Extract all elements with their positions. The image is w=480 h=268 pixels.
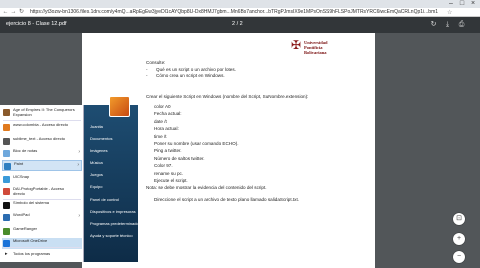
script-line: Hora actual: — [154, 126, 179, 132]
user-picture — [109, 96, 130, 117]
pdf-title: ejercicio 8 - Clase 12.pdf — [6, 21, 67, 27]
forward-icon[interactable]: → — [10, 9, 17, 16]
program-label: Símbolo del sistema — [13, 200, 50, 205]
window-titlebar: – □ × — [0, 0, 480, 8]
start-place-item[interactable]: Juegos — [90, 172, 103, 177]
script-line: Ejecute el script. — [154, 178, 188, 183]
program-icon — [3, 109, 10, 116]
program-icon — [3, 240, 10, 247]
program-label: WordPad — [13, 212, 30, 217]
start-place-item[interactable]: Ayuda y soporte técnico — [90, 233, 133, 238]
page-indicator: 2 / 2 — [232, 21, 243, 27]
start-place-item[interactable]: Juanita — [90, 124, 103, 129]
program-icon — [3, 150, 10, 157]
start-place-item[interactable]: Dispositivos e impresoras — [90, 209, 136, 214]
crest-icon: ✠ — [291, 38, 302, 52]
url-input[interactable]: https://yt3ozw-bn1306.files.1drv.com/y4m… — [30, 9, 440, 16]
start-place-item[interactable]: Equipo — [90, 184, 102, 189]
consulte-heading: Consulte: — [146, 60, 166, 65]
back-icon[interactable]: ← — [2, 9, 9, 16]
script-line: Número de saltos twitter. — [154, 155, 205, 161]
program-label: DAI-ProtogPortable - Acceso directo — [13, 186, 65, 196]
pdf-toolbar: ejercicio 8 - Clase 12.pdf 2 / 2 ↻ ⤓ ⎙ — [0, 17, 480, 33]
start-menu-places: Juanita Documentos Imágenes Música Juegos Equ… — [84, 96, 141, 262]
start-place-item[interactable]: Imágenes — [90, 148, 108, 153]
start-menu-item[interactable]: Bloc de notas › — [2, 148, 82, 159]
start-menu-item[interactable]: DAI-ProtogPortable - Acceso directo — [2, 186, 82, 197]
program-icon — [3, 202, 10, 209]
script-line: Poner su nombre (usar comando ECHO). — [154, 141, 239, 146]
create-instruction: Crear el siguiente Script en Windows (no… — [146, 94, 309, 99]
start-place-item[interactable]: Documentos — [90, 136, 112, 141]
program-icon — [3, 214, 10, 221]
start-menu-item[interactable]: GameRanger — [2, 226, 82, 237]
bullet-item: Qué es un script o un archivo por lotes. — [156, 67, 236, 72]
start-menu-item[interactable]: UICSnap — [2, 174, 82, 185]
rotate-icon[interactable]: ↻ — [429, 20, 438, 29]
print-icon[interactable]: ⎙ — [457, 20, 466, 29]
script-line: time /t — [154, 133, 167, 139]
chevron-right-icon: › — [77, 162, 79, 168]
start-place-item[interactable]: Panel de control — [90, 197, 119, 202]
bullet-item: Cómo crea un script en Windows. — [156, 73, 225, 78]
program-icon — [3, 188, 10, 195]
redirect-text: Direccione el script a un archivo de tex… — [154, 197, 300, 202]
menu-separator — [3, 120, 81, 121]
program-label: Bloc de notas — [13, 148, 38, 153]
download-icon[interactable]: ⤓ — [443, 20, 452, 29]
zoom-out-button[interactable]: − — [453, 251, 465, 263]
zoom-in-button[interactable]: + — [453, 233, 465, 245]
program-icon — [3, 176, 10, 183]
bullet-marker: - — [146, 73, 148, 78]
script-line: Color 97. — [154, 163, 173, 169]
program-label: sublime_text - Acceso directo — [13, 136, 66, 141]
fit-page-button[interactable]: ⊡ — [453, 213, 465, 225]
logo-line-3: Bolivariana — [304, 50, 327, 55]
start-menu-item[interactable]: Símbolo del sistema — [2, 200, 82, 211]
program-icon — [4, 163, 11, 170]
start-menu-item[interactable]: Paint › — [2, 160, 82, 171]
start-menu-programs: Age of Empires II: The Conquerors Expans… — [0, 105, 84, 262]
program-icon — [3, 124, 10, 131]
maximize-icon[interactable]: □ — [458, 0, 466, 8]
script-line: date /t — [154, 118, 167, 124]
start-menu-item[interactable]: WordPad › — [2, 212, 82, 223]
chevron-right-icon: › — [78, 213, 80, 219]
program-label: UICSnap — [13, 174, 30, 179]
start-menu: Age of Empires II: The Conquerors Expans… — [0, 96, 141, 262]
university-logo: ✠ Universidad Pontificia Bolivariana — [291, 36, 351, 60]
reload-icon[interactable]: ↻ — [18, 9, 25, 16]
program-label: GameRanger — [13, 226, 38, 231]
close-icon[interactable]: × — [469, 0, 477, 8]
start-menu-item[interactable]: Age of Empires II: The Conquerors Expans… — [2, 107, 82, 118]
nota-text: Nota: se debe mostrar la evidencia del c… — [146, 185, 267, 190]
start-place-item[interactable]: Programas predeterminados — [90, 221, 141, 226]
script-line: Fecha actual: — [154, 111, 182, 117]
menu-separator — [3, 199, 81, 200]
program-icon — [3, 138, 10, 145]
program-label: Paint — [14, 161, 24, 166]
script-line: Ping a twitter. — [154, 148, 182, 154]
start-menu-item[interactable]: sublime_text - Acceso directo — [2, 136, 82, 147]
program-label: Microsoft OneDrive — [13, 238, 48, 243]
triangle-right-icon: ▸ — [5, 251, 8, 257]
bookmark-star-icon[interactable]: ☆ — [447, 9, 452, 16]
start-place-item[interactable]: Música — [90, 160, 103, 165]
menu-separator — [3, 247, 81, 248]
program-label: Age of Empires II: The Conquerors Expans… — [13, 107, 75, 117]
bullet-marker: - — [146, 67, 148, 72]
program-label: www.colombia - Acceso directo — [13, 122, 69, 127]
address-bar: ← → ↻ https://yt3ozw-bn1306.files.1drv.c… — [0, 8, 480, 17]
script-line: color A0 — [154, 104, 171, 109]
program-icon — [3, 228, 10, 235]
start-menu-item[interactable]: www.colombia - Acceso directo — [2, 122, 82, 133]
script-line: rename su pc. — [154, 170, 184, 176]
chevron-right-icon: › — [78, 149, 80, 155]
minimize-icon[interactable]: – — [447, 0, 455, 8]
all-programs-item[interactable]: ▸ Todos los programas — [2, 251, 82, 260]
all-programs-label: Todos los programas — [13, 251, 51, 256]
